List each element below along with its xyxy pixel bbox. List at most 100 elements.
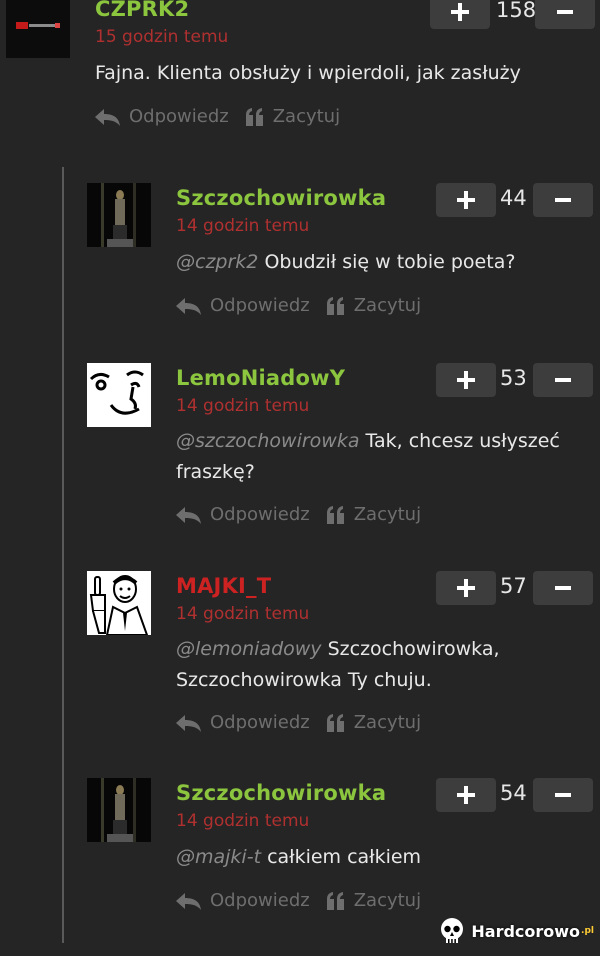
comment-time: 15 godzin temu bbox=[95, 27, 229, 47]
comment-time: 14 godzin temu bbox=[176, 811, 310, 831]
comment-time: 14 godzin temu bbox=[176, 216, 310, 236]
downvote-button[interactable] bbox=[533, 183, 593, 217]
reply-label: Odpowiedz bbox=[210, 504, 310, 525]
reply-button[interactable]: Odpowiedz bbox=[174, 504, 310, 525]
comment-body: Obudził się w tobie poeta? bbox=[264, 251, 516, 273]
vote-score: 54 bbox=[500, 781, 527, 805]
quote-label: Zacytuj bbox=[353, 712, 422, 733]
comment-author[interactable]: CZPRK2 bbox=[95, 0, 189, 21]
minus-icon bbox=[555, 586, 571, 590]
quote-label: Zacytuj bbox=[353, 504, 422, 525]
quote-button[interactable]: Zacytuj bbox=[326, 295, 421, 316]
comment-szczochowirowka-1: Szczochowirowka 14 godzin temu @czprk2 O… bbox=[0, 183, 600, 333]
avatar[interactable] bbox=[87, 363, 151, 427]
comment-actions: Odpowiedz Zacytuj bbox=[174, 712, 421, 733]
reply-arrow-icon bbox=[176, 506, 201, 524]
reply-button[interactable]: Odpowiedz bbox=[174, 890, 310, 911]
quote-button[interactable]: Zacytuj bbox=[326, 712, 421, 733]
comment-author[interactable]: Szczochowirowka bbox=[176, 781, 386, 805]
comment-author[interactable]: LemoNiadowY bbox=[176, 366, 345, 390]
downvote-button[interactable] bbox=[533, 571, 593, 605]
reply-arrow-icon bbox=[176, 297, 201, 315]
comment-actions: Odpowiedz Zacytuj bbox=[174, 890, 421, 911]
comment-text: @czprk2 Obudził się w tobie poeta? bbox=[176, 247, 586, 278]
vote-score: 57 bbox=[500, 574, 527, 598]
minus-icon bbox=[555, 793, 571, 797]
comment-body: Fajna. Klienta obsłuży i wpierdoli, jak … bbox=[95, 62, 521, 84]
comment-majki-t: MAJKI_T 14 godzin temu @lemoniadowy Szcz… bbox=[0, 571, 600, 751]
quote-button[interactable]: Zacytuj bbox=[245, 106, 340, 127]
downvote-button[interactable] bbox=[533, 778, 593, 812]
comment-time: 14 godzin temu bbox=[176, 604, 310, 624]
reply-arrow-icon bbox=[176, 714, 201, 732]
watermark-text: Hardcorowo bbox=[471, 921, 581, 941]
plus-icon-bar bbox=[464, 786, 468, 804]
reply-button[interactable]: Odpowiedz bbox=[174, 712, 310, 733]
upvote-button[interactable] bbox=[430, 0, 490, 29]
quote-label: Zacytuj bbox=[353, 890, 422, 911]
quote-icon bbox=[245, 107, 263, 126]
watermark-suffix: .pl bbox=[581, 926, 594, 936]
quote-button[interactable]: Zacytuj bbox=[326, 504, 421, 525]
reply-label: Odpowiedz bbox=[129, 106, 229, 127]
upvote-button[interactable] bbox=[436, 571, 496, 605]
comment-author[interactable]: MAJKI_T bbox=[176, 574, 271, 598]
reply-arrow-icon bbox=[176, 892, 201, 910]
downvote-button[interactable] bbox=[535, 0, 595, 29]
plus-icon-bar bbox=[458, 3, 462, 21]
upvote-button[interactable] bbox=[436, 778, 496, 812]
comment-text: @szczochowirowka Tak, chcesz usłyszeć fr… bbox=[176, 426, 586, 488]
dark-figure-avatar-icon bbox=[87, 778, 151, 842]
quote-label: Zacytuj bbox=[353, 295, 422, 316]
czprk2-avatar-icon bbox=[6, 0, 70, 58]
avatar[interactable] bbox=[87, 571, 151, 635]
comment-szczochowirowka-2: Szczochowirowka 14 godzin temu @majki-t … bbox=[0, 778, 600, 928]
plus-icon-bar bbox=[464, 371, 468, 389]
comment-actions: Odpowiedz Zacytuj bbox=[93, 106, 340, 127]
hardcorowo-watermark: Hardcorowo .pl bbox=[437, 916, 594, 946]
mention-link[interactable]: @czprk2 bbox=[176, 251, 258, 273]
reply-label: Odpowiedz bbox=[210, 890, 310, 911]
middle-finger-man-avatar-icon bbox=[87, 571, 151, 635]
comment-lemoniadowy: LemoNiadowY 14 godzin temu @szczochowiro… bbox=[0, 363, 600, 543]
avatar[interactable] bbox=[6, 0, 70, 58]
quote-button[interactable]: Zacytuj bbox=[326, 890, 421, 911]
reply-button[interactable]: Odpowiedz bbox=[93, 106, 229, 127]
reply-arrow-icon bbox=[95, 108, 120, 126]
comment-text: @lemoniadowy Szczochowirowka, Szczochowi… bbox=[176, 634, 536, 696]
upvote-button[interactable] bbox=[436, 363, 496, 397]
comment-czprk2: CZPRK2 15 godzin temu Fajna. Klienta obs… bbox=[0, 0, 600, 150]
mention-link[interactable]: @majki-t bbox=[176, 846, 261, 868]
quote-icon bbox=[326, 505, 344, 524]
downvote-button[interactable] bbox=[533, 363, 593, 397]
quote-icon bbox=[326, 891, 344, 910]
dark-figure-avatar-icon bbox=[87, 183, 151, 247]
comment-body: całkiem całkiem bbox=[267, 846, 422, 868]
quote-label: Zacytuj bbox=[272, 106, 341, 127]
avatar[interactable] bbox=[87, 778, 151, 842]
comment-text: Fajna. Klienta obsłuży i wpierdoli, jak … bbox=[95, 58, 575, 89]
plus-icon-bar bbox=[464, 191, 468, 209]
minus-icon bbox=[555, 198, 571, 202]
comment-time: 14 godzin temu bbox=[176, 396, 310, 416]
plus-icon-bar bbox=[464, 579, 468, 597]
vote-score: 158 bbox=[496, 0, 537, 22]
lenny-face-avatar-icon bbox=[87, 363, 151, 427]
comment-text: @majki-t całkiem całkiem bbox=[176, 842, 586, 873]
reply-label: Odpowiedz bbox=[210, 295, 310, 316]
quote-icon bbox=[326, 296, 344, 315]
comment-actions: Odpowiedz Zacytuj bbox=[174, 504, 421, 525]
minus-icon bbox=[557, 10, 573, 14]
vote-score: 44 bbox=[500, 186, 527, 210]
comment-author[interactable]: Szczochowirowka bbox=[176, 186, 386, 210]
reply-button[interactable]: Odpowiedz bbox=[174, 295, 310, 316]
comment-actions: Odpowiedz Zacytuj bbox=[174, 295, 421, 316]
minus-icon bbox=[555, 378, 571, 382]
upvote-button[interactable] bbox=[436, 183, 496, 217]
mention-link[interactable]: @lemoniadowy bbox=[176, 638, 322, 660]
quote-icon bbox=[326, 713, 344, 732]
vote-score: 53 bbox=[500, 366, 527, 390]
mention-link[interactable]: @szczochowirowka bbox=[176, 430, 359, 452]
skull-icon bbox=[441, 918, 464, 943]
avatar[interactable] bbox=[87, 183, 151, 247]
